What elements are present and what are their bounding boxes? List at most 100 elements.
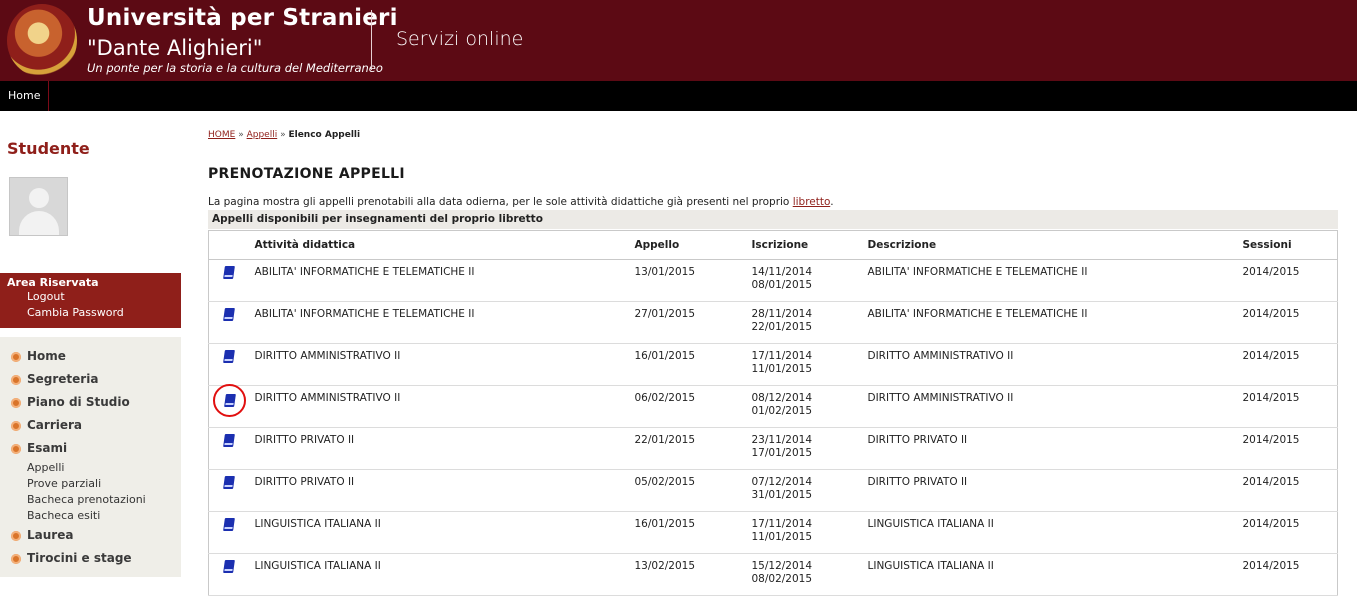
cell-attivita: DIRITTO PRIVATO II: [246, 469, 627, 512]
sidebar-item-home[interactable]: Home: [0, 345, 181, 368]
bullet-icon: [11, 351, 21, 362]
cell-attivita: LINGUISTICA ITALIANA II: [246, 553, 627, 596]
highlight-circle: [213, 384, 246, 417]
breadcrumb-home-link[interactable]: HOME: [208, 130, 235, 140]
cell-sessioni: 2014/2015: [1234, 259, 1338, 302]
iscrizione-to: 11/01/2015: [751, 531, 813, 543]
sidebar-subitem-bacheca-prenotazioni[interactable]: Bacheca prenotazioni: [0, 492, 181, 508]
cell-sessioni: 2014/2015: [1234, 301, 1338, 344]
logout-link[interactable]: Logout: [7, 289, 174, 305]
breadcrumb-separator: »: [238, 130, 244, 140]
breadcrumb-current: Elenco Appelli: [288, 130, 361, 140]
cell-descrizione: DIRITTO PRIVATO II: [859, 469, 1235, 512]
cell-descrizione: LINGUISTICA ITALIANA II: [859, 511, 1235, 554]
col-iscrizione: Iscrizione: [743, 230, 860, 260]
section-header: Appelli disponibili per insegnamenti del…: [208, 210, 1338, 229]
page-title: PRENOTAZIONE APPELLI: [208, 166, 405, 182]
cell-iscrizione: 14/11/2014 08/01/2015: [743, 259, 860, 302]
table-header-row: Attività didattica Appello Iscrizione De…: [208, 230, 1338, 260]
iscrizione-from: 14/11/2014: [751, 266, 813, 278]
reserved-area-title: Area Riservata: [7, 276, 99, 289]
cell-appello: 16/01/2015: [626, 343, 744, 386]
book-cell: [208, 553, 247, 596]
book-icon[interactable]: [223, 350, 235, 363]
cell-sessioni: 2014/2015: [1234, 427, 1338, 470]
header-divider: [371, 10, 372, 70]
book-icon[interactable]: [223, 308, 235, 321]
cell-descrizione: DIRITTO AMMINISTRATIVO II: [859, 385, 1235, 428]
book-icon[interactable]: [223, 394, 236, 407]
iscrizione-from: 28/11/2014: [751, 308, 813, 320]
reserved-area: Area Riservata Logout Cambia Password: [0, 273, 181, 328]
cell-attivita: ABILITA' INFORMATICHE E TELEMATICHE II: [246, 259, 627, 302]
change-password-link[interactable]: Cambia Password: [7, 305, 174, 321]
sidebar-item-carriera[interactable]: Carriera: [0, 414, 181, 437]
cell-appello: 13/02/2015: [626, 553, 744, 596]
iscrizione-to: 01/02/2015: [751, 405, 813, 417]
table-row: DIRITTO AMMINISTRATIVO II 16/01/2015 17/…: [208, 343, 1338, 386]
sidebar-subitem-prove-parziali[interactable]: Prove parziali: [0, 476, 181, 492]
cell-iscrizione: 28/11/2014 22/01/2015: [743, 301, 860, 344]
cell-descrizione: ABILITA' INFORMATICHE E TELEMATICHE II: [859, 259, 1235, 302]
bullet-icon: [11, 397, 21, 408]
bullet-icon: [11, 530, 21, 541]
iscrizione-to: 08/01/2015: [751, 279, 813, 291]
cell-sessioni: 2014/2015: [1234, 553, 1338, 596]
university-motto: Un ponte per la storia e la cultura del …: [87, 61, 383, 75]
iscrizione-from: 23/11/2014: [751, 434, 813, 446]
sidebar-item-laurea[interactable]: Laurea: [0, 524, 181, 547]
avatar: [9, 177, 68, 236]
sidebar-item-tirocini[interactable]: Tirocini e stage: [0, 547, 181, 570]
sidebar-item-label: Esami: [27, 441, 68, 455]
libretto-link[interactable]: libretto: [793, 196, 831, 208]
breadcrumb-separator: »: [280, 130, 286, 140]
university-logo[interactable]: [7, 4, 77, 77]
book-icon[interactable]: [223, 434, 235, 447]
sidebar-subitem-appelli[interactable]: Appelli: [0, 460, 181, 476]
book-icon[interactable]: [223, 266, 235, 279]
sidebar-item-piano-di-studio[interactable]: Piano di Studio: [0, 391, 181, 414]
cell-descrizione: DIRITTO AMMINISTRATIVO II: [859, 343, 1235, 386]
iscrizione-from: 17/11/2014: [751, 350, 813, 362]
nav-home-link[interactable]: Home: [0, 81, 50, 111]
cell-appello: 06/02/2015: [626, 385, 744, 428]
sidebar-item-label: Piano di Studio: [27, 395, 130, 409]
iscrizione-from: 17/11/2014: [751, 518, 813, 530]
book-cell: [208, 427, 247, 470]
table-row: LINGUISTICA ITALIANA II 16/01/2015 17/11…: [208, 511, 1338, 554]
bullet-icon: [11, 443, 21, 454]
sidebar-item-esami[interactable]: Esami: [0, 437, 181, 460]
book-cell: [208, 301, 247, 344]
col-attivita: Attività didattica: [246, 230, 627, 260]
table-row-highlighted: DIRITTO AMMINISTRATIVO II 06/02/2015 08/…: [208, 384, 1338, 428]
bullet-icon: [11, 374, 21, 385]
cell-appello: 27/01/2015: [626, 301, 744, 344]
cell-iscrizione: 15/12/2014 08/02/2015: [743, 553, 860, 596]
book-icon[interactable]: [223, 476, 235, 489]
table-row: LINGUISTICA ITALIANA II 13/02/2015 15/12…: [208, 553, 1338, 596]
sidebar-subitem-bacheca-esiti[interactable]: Bacheca esiti: [0, 508, 181, 524]
sidebar-item-label: Laurea: [27, 528, 74, 542]
breadcrumb-appelli-link[interactable]: Appelli: [247, 130, 278, 140]
cell-attivita: DIRITTO PRIVATO II: [246, 427, 627, 470]
page-intro: La pagina mostra gli appelli prenotabili…: [208, 196, 834, 208]
site-header: Università per Stranieri "Dante Alighier…: [0, 0, 1357, 81]
cell-iscrizione: 17/11/2014 11/01/2015: [743, 343, 860, 386]
cell-iscrizione: 23/11/2014 17/01/2015: [743, 427, 860, 470]
cell-descrizione: DIRITTO PRIVATO II: [859, 427, 1235, 470]
book-icon[interactable]: [223, 560, 235, 573]
table-row: ABILITA' INFORMATICHE E TELEMATICHE II 2…: [208, 301, 1338, 344]
avatar-head-shape: [29, 188, 49, 208]
sidebar-item-segreteria[interactable]: Segreteria: [0, 368, 181, 391]
iscrizione-from: 07/12/2014: [751, 476, 813, 488]
appelli-table: Attività didattica Appello Iscrizione De…: [208, 230, 1338, 596]
cell-descrizione: LINGUISTICA ITALIANA II: [859, 553, 1235, 596]
book-icon[interactable]: [223, 518, 235, 531]
iscrizione-to: 08/02/2015: [751, 573, 813, 585]
cell-appello: 22/01/2015: [626, 427, 744, 470]
sidebar-item-label: Tirocini e stage: [27, 551, 132, 565]
bullet-icon: [11, 553, 21, 564]
cell-appello: 13/01/2015: [626, 259, 744, 302]
col-icon: [208, 230, 247, 260]
book-cell: [208, 511, 247, 554]
